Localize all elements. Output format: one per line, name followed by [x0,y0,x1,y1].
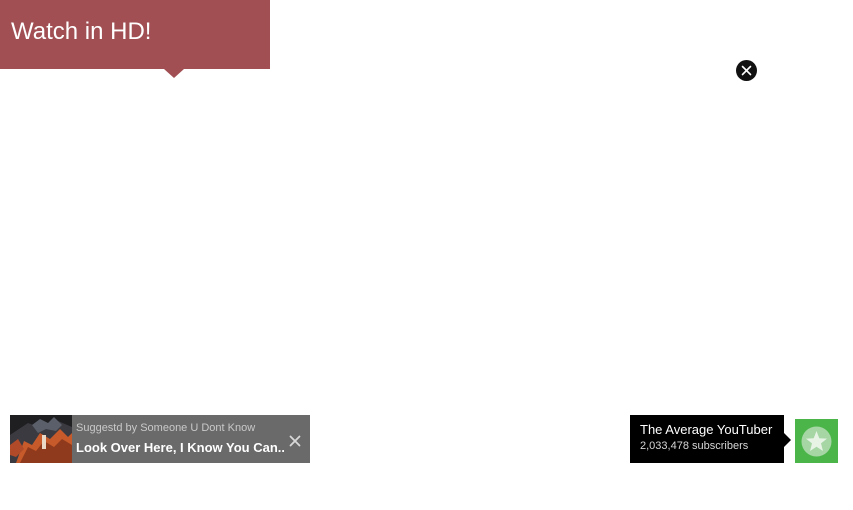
suggested-video-meta: Suggestd by Someone U Dont Know Look Ove… [76,422,284,456]
channel-avatar-icon [801,426,832,457]
suggested-video-title[interactable]: Look Over Here, I Know You Can... [76,440,284,456]
video-thumbnail-image [10,415,72,463]
suggested-video-card[interactable]: Suggestd by Someone U Dont Know Look Ove… [10,415,310,463]
channel-info-card[interactable]: The Average YouTuber 2,033,478 subscribe… [630,415,784,463]
suggested-by-label: Suggestd by Someone U Dont Know [76,422,256,434]
channel-subscriber-count: 2,033,478 subscribers [640,440,749,452]
hd-annotation-banner[interactable]: Watch in HD! [0,0,270,69]
suggestion-dismiss-button[interactable] [289,434,301,447]
close-icon [741,65,752,76]
channel-info-pointer [784,433,791,447]
hd-annotation-text: Watch in HD! [11,18,152,45]
close-icon [289,435,301,447]
video-player-overlay: Watch in HD! Suggestd by Someone U Dont … [0,0,853,510]
annotation-close-button[interactable] [736,60,757,81]
channel-avatar-button[interactable] [795,419,838,463]
suggested-video-thumbnail[interactable] [10,415,72,463]
annotation-pointer [164,69,184,78]
channel-name[interactable]: The Average YouTuber [640,422,784,438]
